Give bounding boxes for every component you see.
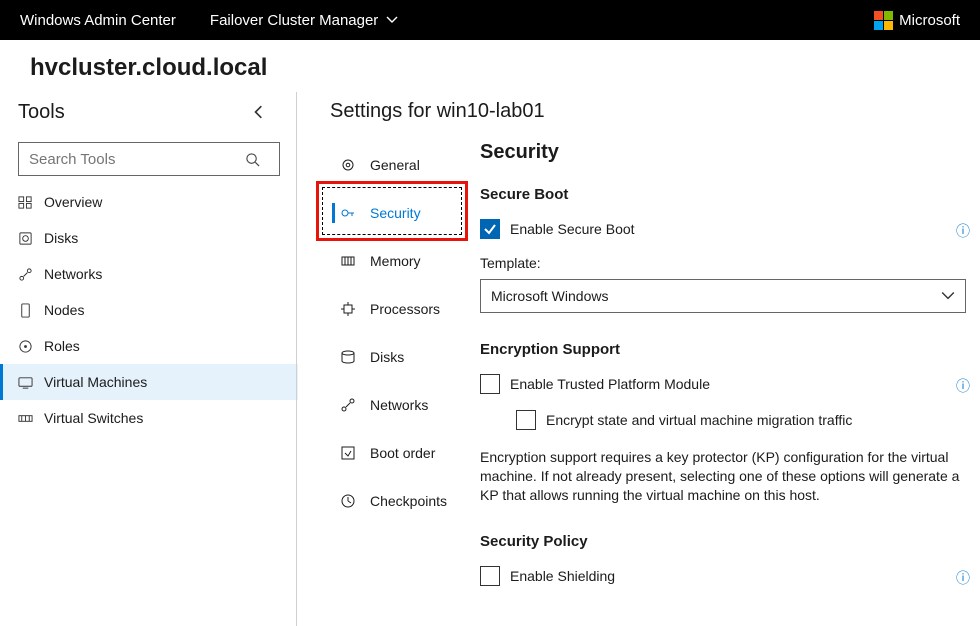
- microsoft-logo-icon: [874, 11, 893, 30]
- search-icon: [245, 152, 279, 167]
- checkpoints-icon: [340, 493, 370, 509]
- sidebar-item-label: Networks: [44, 266, 102, 282]
- context-label: Failover Cluster Manager: [210, 12, 378, 29]
- enable-tpm-checkbox[interactable]: [480, 374, 500, 394]
- info-icon[interactable]: ⓘ: [956, 376, 970, 396]
- settings-title: Settings for win10-lab01: [330, 100, 970, 123]
- tools-list: Overview Disks Networks Nodes Roles Virt…: [0, 184, 298, 436]
- sidebar-item-overview[interactable]: Overview: [0, 184, 298, 220]
- sidebar-item-label: Overview: [44, 194, 102, 210]
- settings-pane: Security Secure Boot Enable Secure Boot …: [480, 141, 970, 616]
- secure-boot-heading: Secure Boot: [480, 186, 970, 203]
- sidebar-item-virtual-switches[interactable]: Virtual Switches: [0, 400, 298, 436]
- encryption-heading: Encryption Support: [480, 341, 970, 358]
- key-icon: [340, 205, 370, 221]
- settings-nav-boot-order[interactable]: Boot order: [330, 429, 480, 477]
- settings-nav-disks[interactable]: Disks: [330, 333, 480, 381]
- encrypt-traffic-checkbox[interactable]: [516, 410, 536, 430]
- sidebar-item-label: Disks: [44, 230, 78, 246]
- info-icon[interactable]: ⓘ: [956, 568, 970, 588]
- disks-icon: [18, 231, 44, 246]
- chevron-down-icon: [386, 14, 398, 26]
- networks-icon: [18, 267, 44, 282]
- memory-icon: [340, 253, 370, 269]
- sidebar-item-virtual-machines[interactable]: Virtual Machines: [0, 364, 298, 400]
- settings-region: Settings for win10-lab01 General Securit…: [330, 92, 970, 616]
- nodes-icon: [18, 303, 44, 318]
- nav-label: Networks: [370, 397, 428, 413]
- nav-label: Boot order: [370, 445, 435, 461]
- sidebar-item-disks[interactable]: Disks: [0, 220, 298, 256]
- microsoft-logo: Microsoft: [874, 11, 960, 30]
- settings-nav-security[interactable]: Security: [330, 189, 480, 237]
- sidebar-item-label: Virtual Switches: [44, 410, 143, 426]
- template-select[interactable]: Microsoft Windows: [480, 279, 966, 313]
- nav-label: Processors: [370, 301, 440, 317]
- security-policy-heading: Security Policy: [480, 533, 970, 550]
- encryption-section: Encryption Support Enable Trusted Platfo…: [480, 341, 970, 505]
- pane-title: Security: [480, 141, 970, 164]
- enable-secure-boot-label: Enable Secure Boot: [510, 221, 635, 237]
- roles-icon: [18, 339, 44, 354]
- sidebar-item-networks[interactable]: Networks: [0, 256, 298, 292]
- settings-nav-processors[interactable]: Processors: [330, 285, 480, 333]
- nav-label: Security: [370, 205, 421, 221]
- virtual-switches-icon: [18, 411, 44, 426]
- sidebar-collapse-button[interactable]: [252, 105, 280, 119]
- nav-label: Disks: [370, 349, 404, 365]
- settings-nav-general[interactable]: General: [330, 141, 480, 189]
- networks-icon: [340, 397, 370, 413]
- tools-search[interactable]: [18, 142, 280, 176]
- microsoft-logo-text: Microsoft: [899, 12, 960, 29]
- vertical-divider: [296, 92, 297, 626]
- overview-icon: [18, 195, 44, 210]
- sidebar-item-label: Virtual Machines: [44, 374, 147, 390]
- enable-shielding-label: Enable Shielding: [510, 568, 615, 584]
- enable-secure-boot-checkbox[interactable]: [480, 219, 500, 239]
- sidebar-item-roles[interactable]: Roles: [0, 328, 298, 364]
- settings-nav: General Security Memory Processors Disks: [330, 141, 480, 616]
- sidebar-item-label: Roles: [44, 338, 80, 354]
- disk-icon: [340, 349, 370, 365]
- product-brand: Windows Admin Center: [20, 12, 176, 29]
- nav-label: General: [370, 157, 420, 173]
- enable-shielding-checkbox[interactable]: [480, 566, 500, 586]
- template-label: Template:: [480, 255, 970, 271]
- settings-nav-checkpoints[interactable]: Checkpoints: [330, 477, 480, 525]
- virtual-machines-icon: [18, 375, 44, 390]
- info-icon[interactable]: ⓘ: [956, 221, 970, 241]
- tools-heading: Tools: [18, 101, 65, 124]
- settings-nav-networks[interactable]: Networks: [330, 381, 480, 429]
- template-value: Microsoft Windows: [491, 288, 608, 304]
- processor-icon: [340, 301, 370, 317]
- chevron-down-icon: [941, 289, 955, 303]
- sidebar-item-nodes[interactable]: Nodes: [0, 292, 298, 328]
- enable-tpm-label: Enable Trusted Platform Module: [510, 376, 710, 392]
- security-policy-section: Security Policy Enable Shielding ⓘ: [480, 533, 970, 588]
- context-switcher[interactable]: Failover Cluster Manager: [210, 12, 398, 29]
- nav-label: Memory: [370, 253, 421, 269]
- top-bar: Windows Admin Center Failover Cluster Ma…: [0, 0, 980, 40]
- host-name-header: hvcluster.cloud.local: [0, 40, 980, 86]
- nav-label: Checkpoints: [370, 493, 447, 509]
- sidebar-item-label: Nodes: [44, 302, 84, 318]
- encryption-help-text: Encryption support requires a key protec…: [480, 448, 966, 505]
- encrypt-traffic-label: Encrypt state and virtual machine migrat…: [546, 412, 852, 428]
- search-input[interactable]: [19, 151, 245, 168]
- tools-sidebar: Tools Overview Disks Networks: [0, 92, 298, 626]
- secure-boot-section: Secure Boot Enable Secure Boot ⓘ Templat…: [480, 186, 970, 313]
- boot-order-icon: [340, 445, 370, 461]
- gear-icon: [340, 157, 370, 173]
- settings-nav-memory[interactable]: Memory: [330, 237, 480, 285]
